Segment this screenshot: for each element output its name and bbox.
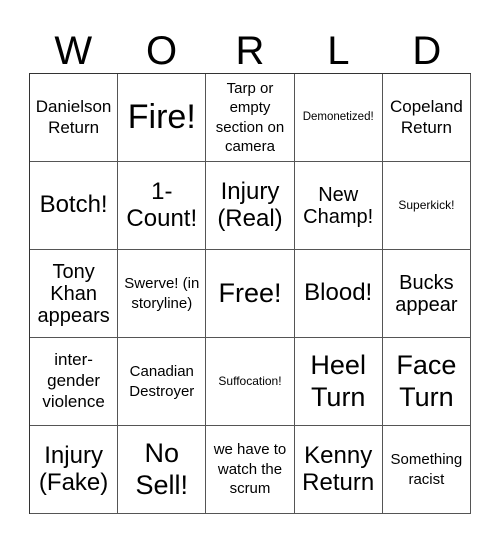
bingo-cell[interactable]: 1-Count! [118, 162, 207, 250]
bingo-cell[interactable]: Suffocation! [206, 338, 295, 426]
bingo-cell[interactable]: Fire! [118, 74, 207, 162]
bingo-cell[interactable]: Canadian Destroyer [118, 338, 207, 426]
bingo-cell[interactable]: No Sell! [118, 426, 207, 514]
bingo-cell[interactable]: Tarp or empty section on camera [206, 74, 295, 162]
bingo-cell[interactable]: Free! [206, 250, 295, 338]
bingo-cell[interactable]: inter-gender violence [30, 338, 119, 426]
bingo-board: Danielson Return Fire! Tarp or empty sec… [29, 73, 471, 514]
bingo-cell[interactable]: Injury (Fake) [30, 426, 119, 514]
header-letter-w: W [54, 29, 93, 73]
bingo-cell[interactable]: we have to watch the scrum [206, 426, 295, 514]
bingo-cell[interactable]: Heel Turn [294, 338, 383, 426]
bingo-cell[interactable]: New Champ! [294, 162, 383, 250]
bingo-cell[interactable]: Something racist [382, 426, 471, 514]
bingo-cell[interactable]: Bucks appear [382, 250, 471, 338]
bingo-cell[interactable]: Blood! [294, 250, 383, 338]
bingo-cell[interactable]: Tony Khan appears [30, 250, 119, 338]
bingo-cell[interactable]: Swerve! (in storyline) [118, 250, 207, 338]
bingo-cell[interactable]: Demonetized! [294, 74, 383, 162]
bingo-cell[interactable]: Superkick! [382, 162, 471, 250]
bingo-cell[interactable]: Face Turn [382, 338, 471, 426]
bingo-header: W O R L D [29, 30, 471, 73]
bingo-cell[interactable]: Injury (Real) [206, 162, 295, 250]
header-letter-o: O [146, 29, 178, 73]
header-letter-l: L [327, 29, 350, 73]
bingo-cell[interactable]: Botch! [30, 162, 119, 250]
bingo-cell[interactable]: Copeland Return [382, 74, 471, 162]
header-letter-r: R [235, 29, 265, 73]
bingo-cell[interactable]: Kenny Return [294, 426, 383, 514]
bingo-cell[interactable]: Danielson Return [30, 74, 119, 162]
header-letter-d: D [412, 29, 442, 73]
